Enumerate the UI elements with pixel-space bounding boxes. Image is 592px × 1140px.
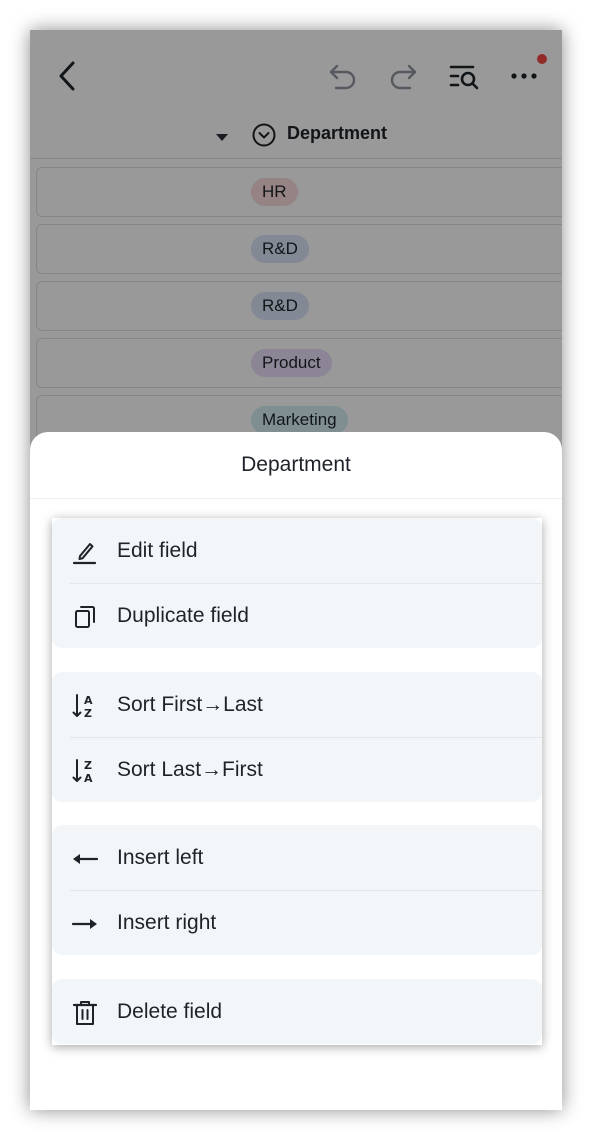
sort-descending-icon: Z A [72,759,93,785]
duplicate-field-item[interactable]: Duplicate field [52,583,542,648]
sort-ascending-icon: A Z [72,694,93,720]
svg-text:A: A [84,772,93,785]
sort-first-last-item[interactable]: A Z Sort First→Last [52,672,542,737]
menu-item-label: Duplicate field [117,604,249,627]
menu-group-sort: A Z Sort First→Last Z A Sort Last→First [52,672,542,802]
edit-icon [72,543,97,565]
insert-left-item[interactable]: Insert left [52,825,542,890]
svg-text:A: A [84,694,93,707]
duplicate-icon [75,606,95,628]
bottom-sheet: Department Edit field Duplicate field A … [30,432,562,1110]
svg-text:Z: Z [84,759,92,772]
arrow-left-icon [73,854,99,864]
menu-item-label: Sort First→Last [117,693,263,716]
menu-group-insert: Insert left Insert right [52,825,542,955]
menu-item-label: Insert left [117,846,204,869]
edit-field-item[interactable]: Edit field [52,518,542,583]
menu-item-label: Insert right [117,911,217,934]
menu-item-label: Delete field [117,1000,223,1023]
delete-field-item[interactable]: Delete field [52,979,542,1044]
field-actions-menu: Edit field Duplicate field A Z Sort Firs… [52,518,542,1045]
sort-last-first-item[interactable]: Z A Sort Last→First [52,737,542,802]
insert-right-item[interactable]: Insert right [52,890,542,955]
sheet-title: Department [30,432,562,499]
menu-group-delete: Delete field [52,979,542,1044]
menu-group-edit: Edit field Duplicate field [52,518,542,648]
menu-item-label: Edit field [117,539,198,562]
arrow-right-icon [71,919,97,929]
svg-text:Z: Z [84,707,92,720]
trash-icon [72,1001,98,1025]
menu-item-label: Sort Last→First [117,758,263,781]
app-screen: Department HR R&D R&D Product Marketing … [30,30,562,1110]
